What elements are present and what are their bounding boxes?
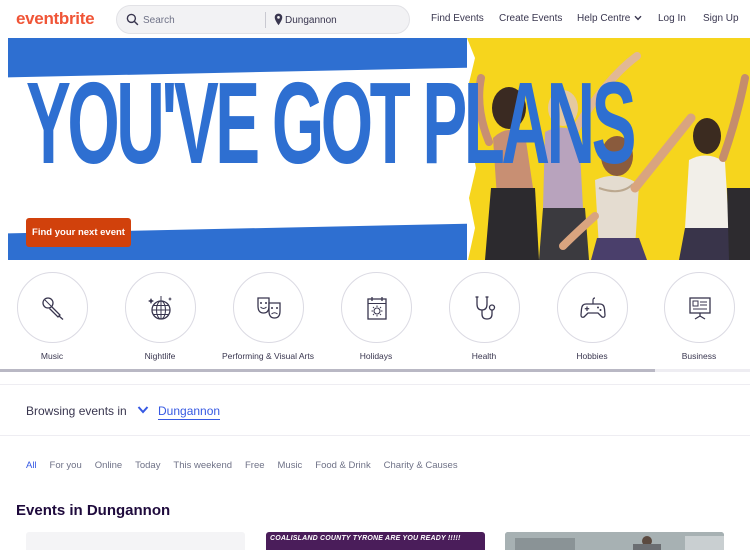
category-label: Holidays [359, 351, 393, 361]
event-card-image [505, 532, 724, 550]
category-label: Business [681, 351, 717, 361]
theater-masks-icon [256, 297, 281, 319]
tab-this-weekend[interactable]: This weekend [173, 460, 232, 471]
nav-log-in[interactable]: Log In [658, 13, 686, 24]
event-card-banner-text: COALISLAND COUNTY TYRONE ARE YOU READY !… [270, 535, 461, 542]
category-performing-visual-arts[interactable]: Performing & Visual Arts [214, 272, 322, 361]
location-pin-icon [274, 13, 283, 26]
events-section-title: Events in Dungannon [16, 502, 171, 519]
category-nightlife-circle [124, 272, 196, 343]
category-label: Health [471, 351, 497, 361]
tab-food-drink[interactable]: Food & Drink [315, 460, 370, 471]
category-health-circle [448, 272, 520, 343]
category-hobbies[interactable]: Hobbies [538, 272, 646, 361]
category-arts-circle [232, 272, 304, 343]
gamepad-icon [579, 297, 606, 318]
nav-help-centre[interactable]: Help Centre [577, 13, 642, 24]
category-holidays-circle [340, 272, 412, 343]
category-label: Performing & Visual Arts [222, 351, 314, 361]
browse-location-selector[interactable]: Dungannon [158, 404, 221, 420]
nav-create-events[interactable]: Create Events [499, 13, 562, 24]
event-filter-tabs: All For you Online Today This weekend Fr… [26, 455, 466, 471]
category-hobbies-circle [556, 272, 628, 343]
event-card[interactable] [505, 532, 724, 550]
calendar-sun-icon [366, 297, 387, 320]
microphone-icon [41, 297, 63, 320]
chevron-down-icon[interactable] [137, 405, 149, 415]
category-business-circle [663, 272, 735, 343]
category-business[interactable]: Business [645, 272, 750, 361]
location-input[interactable] [285, 10, 403, 30]
tab-for-you[interactable]: For you [50, 460, 82, 471]
category-carousel: Music Nightlife Performing & Visual Arts… [0, 260, 750, 373]
event-card[interactable] [26, 532, 245, 550]
browse-label: Browsing events in [26, 404, 127, 418]
category-label: Hobbies [576, 351, 608, 361]
category-music-circle [16, 272, 88, 343]
search-input[interactable] [143, 10, 263, 30]
category-label: Nightlife [144, 351, 176, 361]
category-holidays[interactable]: Holidays [322, 272, 430, 361]
search-divider [265, 12, 266, 28]
event-card[interactable]: COALISLAND COUNTY TYRONE ARE YOU READY !… [266, 532, 485, 550]
category-health[interactable]: Health [430, 272, 538, 361]
presentation-board-icon [688, 297, 711, 320]
category-nightlife[interactable]: Nightlife [106, 272, 214, 361]
tab-free[interactable]: Free [245, 460, 265, 471]
chevron-down-icon [634, 16, 642, 21]
hero-headline: YOU'VE GOT PLANS [26, 58, 637, 188]
stethoscope-icon [475, 296, 495, 320]
nav-find-events[interactable]: Find Events [431, 13, 484, 24]
tab-all[interactable]: All [26, 460, 37, 471]
tab-today[interactable]: Today [135, 460, 160, 471]
tab-music[interactable]: Music [278, 460, 303, 471]
search-bar[interactable] [116, 5, 410, 34]
nav-sign-up[interactable]: Sign Up [703, 13, 739, 24]
hero-banner: YOU'VE GOT PLANS Find your next event [8, 38, 750, 260]
eventbrite-logo[interactable]: eventbrite [16, 9, 95, 29]
category-label: Music [40, 351, 64, 361]
browse-location-section: Browsing events in Dungannon [0, 384, 750, 436]
category-music[interactable]: Music [0, 272, 106, 361]
disco-ball-icon [147, 296, 172, 320]
tab-online[interactable]: Online [95, 460, 122, 471]
help-centre-label: Help Centre [577, 13, 631, 24]
category-scrollbar-thumb[interactable] [0, 369, 655, 372]
tab-charity-causes[interactable]: Charity & Causes [384, 460, 458, 471]
find-next-event-button[interactable]: Find your next event [26, 218, 131, 247]
top-header: eventbrite Find Events Create Events Hel… [0, 0, 750, 38]
search-icon [126, 13, 139, 26]
